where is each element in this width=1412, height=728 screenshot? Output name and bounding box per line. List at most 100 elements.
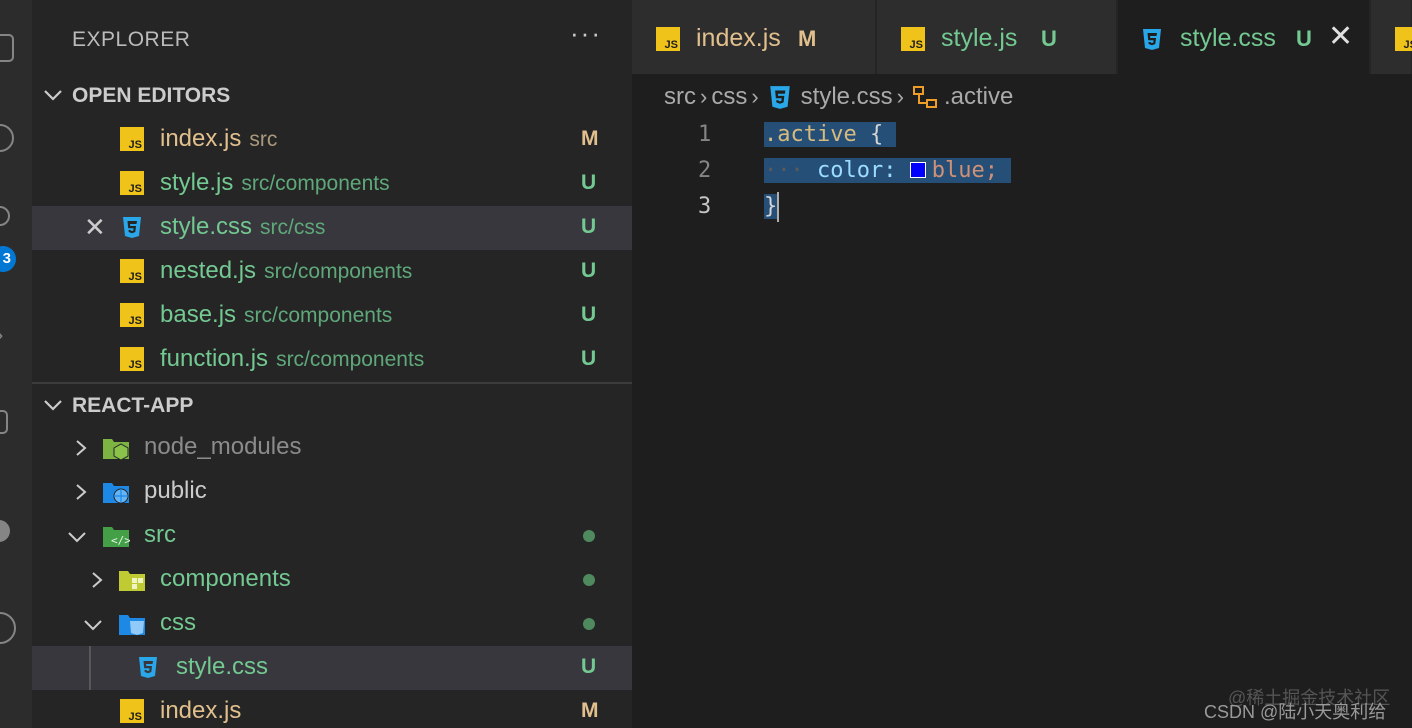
css-icon	[123, 217, 141, 238]
breadcrumb-item[interactable]: src	[664, 83, 696, 111]
more-actions-icon[interactable]: ···	[570, 18, 602, 49]
tab-status: M	[798, 26, 817, 51]
css-value: blue;	[931, 158, 998, 183]
src-folder-icon: </>	[103, 527, 130, 547]
close-tab-icon[interactable]: ✕	[1328, 22, 1353, 52]
git-status-dot	[583, 530, 595, 542]
tab-status: U	[1296, 26, 1312, 51]
chevron-down-icon	[84, 620, 102, 631]
folder-name: css	[160, 609, 196, 636]
folder-name: node_modules	[144, 433, 302, 460]
tab-bar: JS index.js M JS style.js U style.css U …	[632, 0, 1412, 74]
tree-item-folder-open[interactable]: </> src	[32, 514, 632, 558]
folder-name: src	[144, 521, 176, 548]
sidebar-title: EXPLORER	[72, 28, 191, 51]
git-status-badge: U	[581, 215, 597, 238]
tree-item-folder[interactable]: node_modules	[32, 426, 632, 470]
css-folder-icon	[119, 615, 145, 635]
close-editor-icon[interactable]: ✕	[84, 214, 106, 240]
public-folder-icon	[103, 483, 129, 504]
tab-style-css[interactable]: style.css U ✕	[1118, 0, 1370, 74]
git-status-badge: U	[581, 171, 597, 194]
remote-icon[interactable]	[0, 612, 16, 644]
open-editor-item[interactable]: JS base.js src/components U	[32, 294, 632, 338]
tree-item-folder[interactable]: components	[32, 558, 632, 602]
chevron-right-icon: ›	[700, 83, 708, 109]
git-status-badge: M	[581, 699, 599, 722]
git-status-badge: U	[581, 655, 597, 678]
js-icon: JS	[901, 27, 925, 51]
file-path: src/css	[260, 216, 326, 239]
file-name: style.css	[160, 213, 253, 240]
explorer-icon[interactable]	[0, 34, 14, 62]
editor-area: JS index.js M JS style.js U style.css U …	[632, 0, 1412, 728]
git-status-badge: U	[581, 303, 597, 326]
symbol-class-icon	[913, 85, 937, 108]
file-name: style.js	[160, 169, 234, 196]
chevron-right-icon	[76, 440, 87, 456]
tab-overflow[interactable]: JS	[1371, 0, 1412, 74]
color-swatch[interactable]	[909, 162, 926, 178]
source-control-icon[interactable]	[0, 206, 10, 226]
open-editor-item[interactable]: JS nested.js src/components U	[32, 250, 632, 294]
code-line-1[interactable]: .active {	[764, 117, 897, 153]
line-number-current: 3	[698, 194, 712, 219]
code-line-3[interactable]: }	[764, 189, 780, 225]
js-icon: JS	[656, 27, 680, 51]
breadcrumb-item[interactable]: css	[711, 83, 747, 111]
tree-item-folder-open[interactable]: css	[32, 602, 632, 646]
activity-bar: 3 ›	[0, 0, 32, 728]
js-icon: JS	[120, 303, 144, 327]
tree-item-folder[interactable]: public	[32, 470, 632, 514]
tab-status: U	[1041, 26, 1057, 51]
tab-style-js[interactable]: JS style.js U	[877, 0, 1117, 74]
git-status-dot	[583, 618, 595, 630]
open-editor-item[interactable]: JS index.js src M	[32, 118, 632, 162]
open-editor-item-selected[interactable]: ✕ style.css src/css U	[32, 206, 632, 250]
whitespace-marker: ···	[764, 158, 804, 183]
tree-item-file-selected[interactable]: style.css U	[32, 646, 632, 690]
chevron-right-icon: ›	[751, 83, 759, 109]
watermark-csdn: CSDN @陆小天奥利给	[1204, 702, 1387, 722]
breadcrumb-item[interactable]: .active	[944, 83, 1013, 111]
line-number: 1	[698, 122, 712, 147]
open-editors-header[interactable]: OPEN EDITORS	[32, 80, 632, 112]
chevron-right-icon	[76, 484, 87, 500]
account-icon[interactable]	[0, 520, 10, 542]
file-path: src/components	[276, 348, 425, 371]
chevron-down-icon	[44, 400, 62, 411]
svg-text:</>: </>	[111, 534, 130, 547]
components-folder-icon	[119, 571, 145, 591]
file-name: style.css	[176, 653, 269, 680]
open-editor-item[interactable]: JS style.js src/components U	[32, 162, 632, 206]
file-name: base.js	[160, 301, 237, 328]
tree-item-file[interactable]: JS index.js M	[32, 690, 632, 728]
tab-index-js[interactable]: JS index.js M	[632, 0, 876, 74]
file-name: function.js	[160, 345, 269, 372]
chevron-right-icon: ›	[896, 83, 904, 109]
git-status-badge: U	[581, 347, 597, 370]
chevron-right-icon	[92, 572, 103, 588]
open-editors-label: OPEN EDITORS	[72, 84, 231, 107]
section-divider	[32, 382, 632, 384]
project-label: REACT-APP	[72, 394, 194, 417]
file-name: index.js	[160, 697, 242, 724]
line-number: 2	[698, 158, 712, 183]
css-icon	[139, 657, 157, 678]
extensions-icon[interactable]	[0, 410, 8, 434]
project-header[interactable]: REACT-APP	[32, 390, 632, 422]
file-path: src	[249, 128, 278, 151]
explorer-sidebar: EXPLORER ··· OPEN EDITORS JS index.js src…	[32, 0, 632, 728]
css-icon	[769, 85, 790, 109]
js-icon: JS	[120, 127, 144, 151]
file-path: src/components	[244, 304, 393, 327]
run-debug-icon[interactable]: ›	[0, 322, 3, 348]
breadcrumb-item[interactable]: style.css	[801, 83, 893, 111]
search-icon[interactable]	[0, 124, 14, 152]
code-line-2[interactable]: ··· color: blue;	[764, 153, 1012, 189]
open-editor-item[interactable]: JS function.js src/components U	[32, 338, 632, 382]
tab-label: style.css	[1180, 24, 1276, 52]
git-status-badge: M	[581, 127, 599, 150]
css-selector: .active	[764, 122, 857, 147]
chevron-down-icon	[68, 532, 86, 543]
